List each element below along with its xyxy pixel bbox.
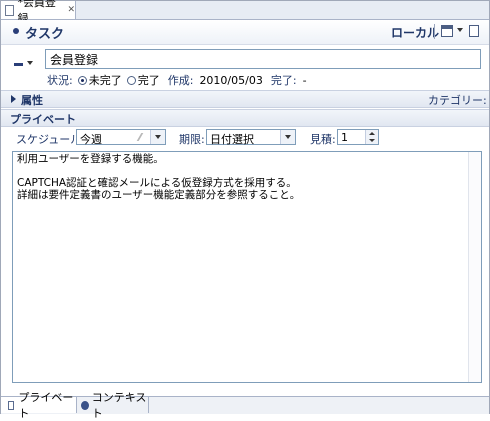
status-row: 状況: 未完了 完了 作成: 2010/05/03 完了: - — [47, 73, 307, 88]
estimate-label: 見積: — [310, 133, 336, 146]
notes-textarea[interactable]: 利用ユーザーを登録する機能。 CAPTCHA認証と確認メールによる仮登録方式を採… — [12, 151, 482, 383]
status-option-incomplete: 未完了 — [88, 74, 122, 87]
estimate-spinner[interactable]: 1 — [337, 129, 379, 145]
created-date: 2010/05/03 — [199, 73, 263, 87]
bottom-tab-bar: プライベート コンテキスト — [1, 391, 489, 420]
context-icon — [81, 400, 89, 410]
expand-arrow-icon[interactable] — [11, 95, 16, 103]
document-icon[interactable] — [469, 25, 479, 37]
tab-context[interactable]: コンテキスト — [77, 391, 149, 420]
schedule-combo[interactable]: 今週 — [76, 129, 166, 146]
editor-tab-task[interactable]: *会員登録 ✕ — [1, 0, 76, 25]
completed-date: - — [302, 73, 307, 87]
created-label: 作成: — [167, 74, 194, 87]
attributes-title: 属性 — [21, 94, 43, 107]
window-icon[interactable] — [441, 25, 453, 37]
completed-label: 完了: — [270, 74, 297, 87]
deadline-combo[interactable]: 日付選択 — [206, 129, 296, 146]
local-label: ローカル — [391, 26, 440, 40]
estimate-value: 1 — [341, 131, 348, 144]
task-bullet-icon — [13, 28, 19, 34]
notes-scrollbar[interactable] — [468, 152, 481, 382]
priority-dropdown-icon[interactable] — [27, 61, 33, 65]
schedule-label: スケジュール: — [16, 133, 85, 146]
attributes-section-header[interactable]: 属性 カテゴリー: — [1, 90, 489, 108]
priority-icon[interactable] — [14, 63, 23, 66]
status-radio-incomplete[interactable] — [77, 75, 87, 85]
task-header: タスク ローカル — [1, 20, 489, 45]
tab-context-label: コンテキスト — [91, 391, 147, 420]
deadline-value: 日付選択 — [210, 133, 254, 146]
task-editor-window: *会員登録 ✕ タスク ローカル 状況: 未完了 完了 作成: 2010/05/… — [0, 0, 490, 420]
task-doc-icon — [5, 4, 15, 16]
editor-tab-strip: *会員登録 ✕ — [1, 0, 489, 25]
status-radio-complete[interactable] — [126, 75, 136, 85]
chevron-down-icon[interactable] — [457, 28, 463, 32]
tab-private-label: プライベート — [18, 391, 74, 420]
tab-private[interactable]: プライベート — [1, 391, 77, 420]
status-label: 状況: — [47, 74, 73, 87]
page-title: タスク — [25, 27, 65, 42]
spin-down-icon[interactable] — [369, 139, 375, 142]
task-summary-input[interactable] — [45, 49, 481, 69]
close-icon[interactable]: ✕ — [67, 5, 75, 15]
deadline-label: 期限: — [179, 133, 205, 146]
private-section-header: プライベート — [1, 109, 489, 127]
private-title: プライベート — [10, 113, 76, 126]
document-icon — [8, 400, 15, 410]
spinner-buttons[interactable] — [365, 130, 378, 144]
schedule-dropdown-button[interactable] — [150, 130, 165, 144]
deadline-dropdown-button[interactable] — [280, 130, 295, 144]
category-label: カテゴリー: — [428, 94, 487, 107]
schedule-value: 今週 — [80, 133, 102, 146]
toolbar-separator — [434, 24, 435, 39]
status-option-complete: 完了 — [137, 74, 160, 87]
spin-up-icon[interactable] — [369, 132, 375, 135]
notes-text: 利用ユーザーを登録する機能。 CAPTCHA認証と確認メールによる仮登録方式を採… — [17, 153, 301, 201]
